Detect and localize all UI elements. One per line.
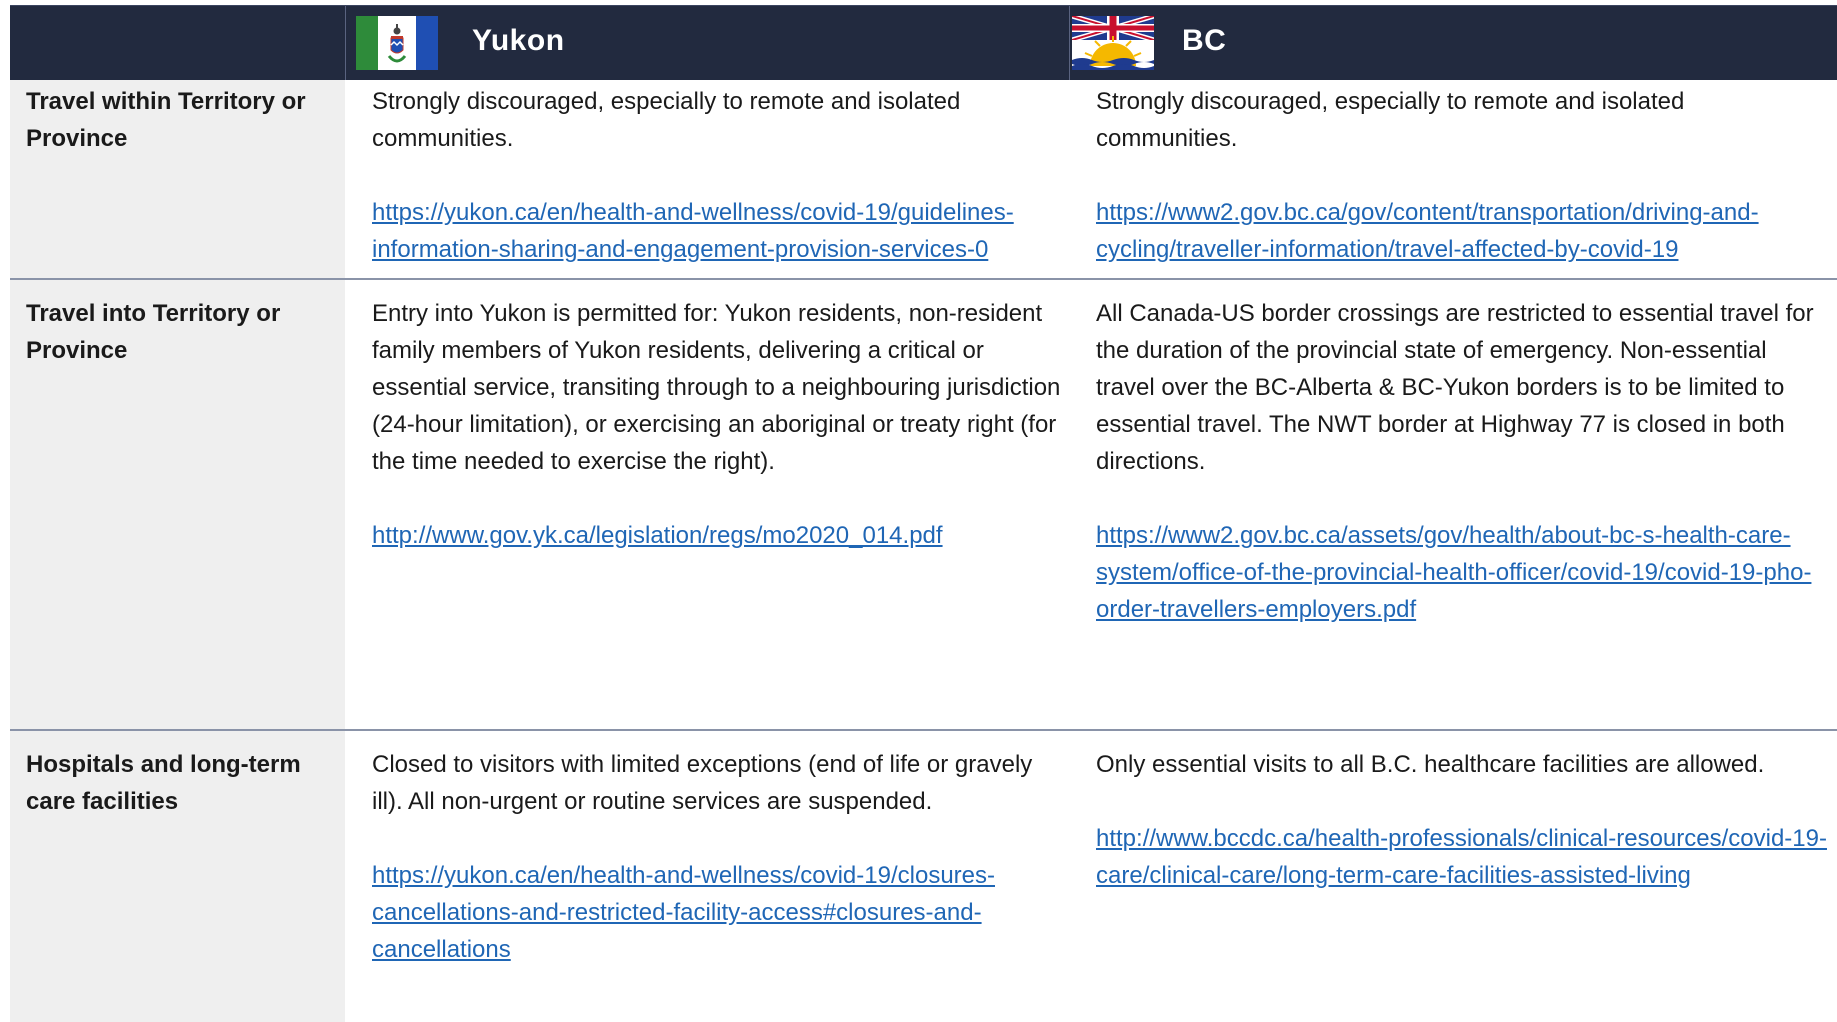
bc-link[interactable]: http://www.bccdc.ca/health-professionals… xyxy=(1096,825,1827,889)
yukon-text: Strongly discouraged, especially to remo… xyxy=(372,88,961,152)
row-label-cell: Travel within Territory or Province xyxy=(10,80,345,278)
header-bc-cell: BC xyxy=(1069,6,1837,80)
yukon-link[interactable]: https://yukon.ca/en/health-and-wellness/… xyxy=(372,862,995,963)
yukon-cell: Closed to visitors with limited exceptio… xyxy=(372,746,1062,968)
yukon-cell: Strongly discouraged, especially to remo… xyxy=(372,83,1062,268)
header-yukon-cell: Yukon xyxy=(345,6,1070,80)
bc-flag-icon xyxy=(1072,16,1154,70)
yukon-text: Closed to visitors with limited exceptio… xyxy=(372,751,1033,815)
bc-text: Only essential visits to all B.C. health… xyxy=(1096,751,1765,778)
table-row: Travel within Territory or Province Stro… xyxy=(10,80,1837,278)
row-label: Travel within Territory or Province xyxy=(26,88,306,152)
row-label: Travel into Territory or Province xyxy=(26,300,281,364)
row-label-cell: Travel into Territory or Province xyxy=(10,280,345,729)
yukon-column-heading: Yukon xyxy=(472,24,565,57)
yukon-link[interactable]: http://www.gov.yk.ca/legislation/regs/mo… xyxy=(372,522,943,549)
yukon-link[interactable]: https://yukon.ca/en/health-and-wellness/… xyxy=(372,199,1014,263)
bc-link[interactable]: https://www2.gov.bc.ca/assets/gov/health… xyxy=(1096,522,1811,623)
bc-text: All Canada-US border crossings are restr… xyxy=(1096,300,1814,475)
row-label: Hospitals and long-term care facilities xyxy=(26,751,301,815)
yukon-cell: Entry into Yukon is permitted for: Yukon… xyxy=(372,295,1062,554)
table-row: Hospitals and long-term care facilities … xyxy=(10,731,1837,1022)
bc-cell: Only essential visits to all B.C. health… xyxy=(1096,746,1831,894)
bc-cell: Strongly discouraged, especially to remo… xyxy=(1096,83,1831,268)
row-label-cell: Hospitals and long-term care facilities xyxy=(10,731,345,1022)
bc-link[interactable]: https://www2.gov.bc.ca/gov/content/trans… xyxy=(1096,199,1759,263)
header-empty-cell xyxy=(10,6,345,80)
bc-cell: All Canada-US border crossings are restr… xyxy=(1096,295,1831,628)
bc-text: Strongly discouraged, especially to remo… xyxy=(1096,88,1685,152)
table-header: Yukon BC xyxy=(10,5,1837,80)
table-row: Travel into Territory or Province Entry … xyxy=(10,280,1837,729)
bc-column-heading: BC xyxy=(1182,24,1227,57)
yukon-text: Entry into Yukon is permitted for: Yukon… xyxy=(372,300,1061,475)
yukon-flag-icon xyxy=(356,16,438,70)
